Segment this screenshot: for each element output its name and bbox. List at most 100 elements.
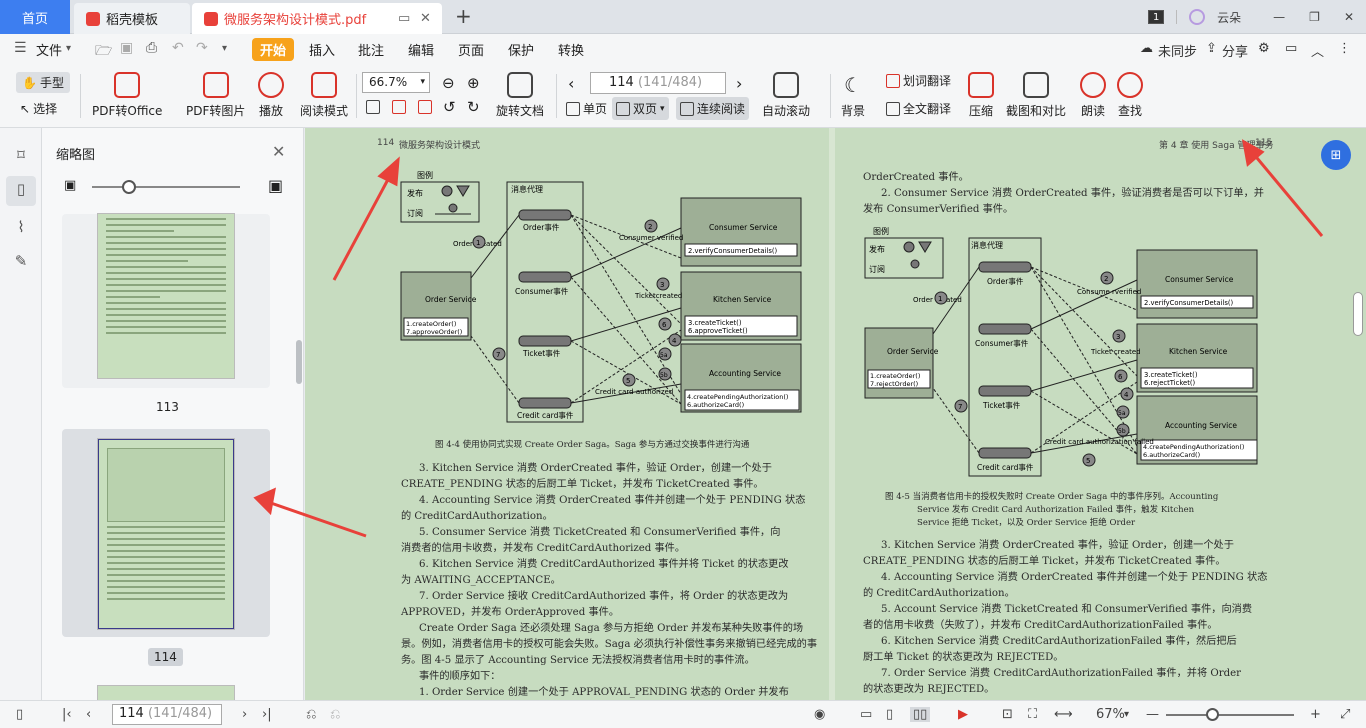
compress-button[interactable]: 压缩 (968, 72, 994, 119)
restore-icon[interactable]: ❐ (1309, 10, 1320, 24)
read-mode-button[interactable]: 阅读模式 (300, 72, 348, 119)
settings-icon[interactable]: ⚙ (1258, 41, 1270, 56)
thumbnail-icon[interactable]: ▯ (6, 176, 36, 206)
comment-icon[interactable]: ▭ (1285, 41, 1297, 56)
tab-home[interactable]: 首页 (0, 0, 70, 34)
save-icon[interactable]: ▣ (120, 40, 133, 56)
double-page-button[interactable]: 双页 ▾ (612, 97, 669, 120)
menu-page[interactable]: 页面 (458, 40, 484, 59)
sync-status[interactable]: 未同步 (1158, 41, 1197, 60)
zoom-in-icon[interactable]: + (1310, 707, 1321, 722)
single-page-view-icon[interactable]: ▭ (860, 707, 872, 722)
fullscreen-icon[interactable]: ⤢ (1340, 707, 1350, 722)
actual-size-icon[interactable] (366, 100, 380, 114)
continuous-view-icon[interactable]: ▯ (886, 707, 893, 722)
user-avatar-icon[interactable] (1189, 9, 1206, 25)
actual-size-icon[interactable]: ⊡ (1002, 707, 1013, 722)
play-slideshow-icon[interactable]: ▶ (958, 707, 968, 722)
zoom-out-icon[interactable]: ⊖ (442, 74, 455, 92)
minimize-icon[interactable]: — (1273, 10, 1285, 24)
thumbnail-page-115[interactable] (98, 686, 234, 700)
signature-icon[interactable]: ✎ (10, 252, 32, 274)
bookmark-icon[interactable]: ⌑ (10, 146, 32, 168)
zoom-slider[interactable] (1166, 708, 1294, 721)
fit-width-icon[interactable] (418, 100, 432, 114)
first-page-icon[interactable]: |‹ (62, 707, 72, 722)
menu-insert[interactable]: 插入 (309, 40, 335, 59)
back-icon[interactable]: ⎌ (306, 707, 316, 722)
screen-icon[interactable]: ▭ (398, 11, 410, 26)
thumbnail-scrollbar[interactable] (296, 340, 302, 384)
document-scrollbar[interactable] (1353, 292, 1363, 336)
chevron-down-icon[interactable]: ▾ (66, 43, 71, 54)
tab-template[interactable]: 稻壳模板 (74, 3, 190, 34)
more-icon[interactable]: ⋮ (1338, 41, 1351, 56)
open-folder-icon[interactable]: 🗁 (95, 40, 112, 64)
read-aloud-button[interactable]: 朗读 (1080, 72, 1106, 119)
screenshot-compare-button[interactable]: 截图和对比 (1006, 72, 1066, 119)
play-button[interactable]: 播放 (258, 72, 284, 119)
sidebar-toggle-icon[interactable]: ▯ (16, 707, 23, 722)
new-tab-button[interactable]: + (455, 4, 472, 28)
fit-width-icon[interactable]: ⟷ (1054, 707, 1073, 722)
zoom-chevron-icon[interactable]: ▾ (1124, 709, 1129, 720)
word-translate-button[interactable]: 划词翻译 (886, 72, 951, 89)
prev-page-icon[interactable]: ‹ (86, 707, 91, 722)
tab-pdf-file[interactable]: 微服务架构设计模式.pdf ▭ ✕ (192, 3, 442, 34)
menu-file[interactable]: 文件 (36, 40, 62, 59)
menu-edit[interactable]: 编辑 (408, 40, 434, 59)
single-page-button[interactable]: 单页 (566, 100, 607, 117)
status-page-input[interactable]: 114 (141/484) (112, 704, 222, 725)
close-window-icon[interactable]: ✕ (1344, 10, 1354, 24)
select-tool-button[interactable]: ↖ 选择 (20, 100, 57, 117)
floating-tool-button[interactable]: ⊞ (1321, 140, 1351, 170)
image-small-icon[interactable]: ▣ (64, 178, 76, 193)
auto-scroll-button[interactable]: 自动滚动 (762, 72, 810, 119)
image-large-icon[interactable]: ▣ (268, 176, 283, 195)
menu-convert[interactable]: 转换 (558, 40, 584, 59)
find-button[interactable]: 查找 (1117, 72, 1143, 119)
window-count-badge[interactable]: 1 (1148, 10, 1165, 24)
double-view-icon[interactable]: ▯▯ (910, 707, 931, 722)
more-chevron-icon[interactable]: ▾ (222, 43, 227, 54)
eye-protection-icon[interactable]: ◉ (814, 707, 825, 722)
zoom-in-icon[interactable]: ⊕ (467, 74, 480, 92)
rotate-right-icon[interactable]: ↻ (467, 98, 480, 116)
share-button[interactable]: 分享 (1222, 41, 1248, 60)
last-page-icon[interactable]: ›| (262, 707, 272, 722)
pdf-to-office-button[interactable]: PDF转Office (92, 72, 162, 119)
collapse-icon[interactable]: ︿ (1311, 41, 1324, 60)
pdf-to-image-button[interactable]: PDF转图片 (186, 72, 245, 119)
full-translate-button[interactable]: 全文翻译 (886, 100, 951, 117)
menu-start[interactable]: 开始 (252, 38, 295, 61)
close-tab-icon[interactable]: ✕ (420, 11, 431, 26)
menu-protect[interactable]: 保护 (508, 40, 534, 59)
fit-page-icon[interactable]: ⛶ (1028, 707, 1037, 722)
attachment-icon[interactable]: ⌇ (10, 218, 32, 240)
rotate-document-button[interactable]: 旋转文档 (496, 72, 544, 119)
fit-page-icon[interactable] (392, 100, 406, 114)
thumbnail-page-113[interactable] (98, 214, 234, 378)
zoom-level[interactable]: 67% (1096, 707, 1125, 722)
rotate-left-icon[interactable]: ↺ (443, 98, 456, 116)
background-button[interactable]: ☾ 背景 (840, 72, 866, 119)
share-icon[interactable]: ⇪ (1206, 41, 1217, 56)
hand-tool-button[interactable]: ✋ 手型 (16, 72, 70, 93)
next-page-icon[interactable]: › (736, 74, 742, 93)
slider-knob[interactable] (122, 180, 136, 194)
thumbnail-page-114[interactable] (98, 439, 234, 629)
forward-icon[interactable]: ⎌ (330, 707, 340, 722)
zoom-slider-knob[interactable] (1206, 708, 1219, 721)
cloud-sync-icon[interactable]: ☁ (1140, 41, 1153, 56)
prev-page-icon[interactable]: ‹ (568, 74, 574, 93)
redo-icon[interactable]: ↷ (196, 40, 208, 56)
continuous-read-button[interactable]: 连续阅读 (676, 97, 750, 120)
thumbnail-size-slider[interactable] (92, 180, 240, 194)
zoom-out-icon[interactable]: — (1146, 707, 1159, 722)
user-name[interactable]: 云朵 (1217, 9, 1241, 26)
print-icon[interactable]: ⎙ (146, 40, 157, 56)
zoom-select[interactable]: 66.7% ▾ (362, 72, 430, 93)
menu-annotate[interactable]: 批注 (358, 40, 384, 59)
hamburger-icon[interactable]: ☰ (14, 40, 27, 56)
undo-icon[interactable]: ↶ (172, 40, 184, 56)
